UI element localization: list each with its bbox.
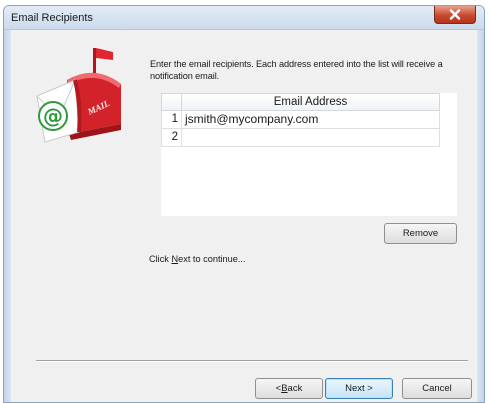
title-bar[interactable]: Email Recipients bbox=[4, 6, 484, 30]
dialog-body: MAIL @ Enter the email recipients. Each … bbox=[11, 30, 477, 402]
continue-suffix: to continue... bbox=[190, 254, 246, 264]
window-title: Email Recipients bbox=[11, 12, 93, 24]
close-button[interactable] bbox=[434, 6, 476, 24]
mailbox-icon: MAIL @ bbox=[29, 46, 129, 156]
footer-separator bbox=[36, 360, 468, 362]
back-button[interactable]: < Back bbox=[255, 378, 323, 399]
continue-next-rest: ext bbox=[178, 254, 191, 264]
grid-header-corner bbox=[162, 94, 182, 110]
window-frame-left bbox=[4, 30, 11, 402]
cancel-button[interactable]: Cancel bbox=[402, 378, 472, 399]
table-row[interactable]: 2 bbox=[161, 129, 440, 147]
grid-header: Email Address bbox=[161, 93, 440, 111]
svg-text:@: @ bbox=[43, 104, 63, 128]
next-button[interactable]: Next > bbox=[325, 378, 393, 399]
back-rest: ack bbox=[287, 383, 303, 394]
dialog-window: Email Recipients MAIL @ Enter the email … bbox=[3, 5, 485, 403]
instructions-text: Enter the email recipients. Each address… bbox=[150, 59, 443, 81]
table-row[interactable]: 1 jsmith@mycompany.com bbox=[161, 111, 440, 129]
continue-hint: Click Next to continue... bbox=[149, 254, 246, 264]
email-cell[interactable]: jsmith@mycompany.com bbox=[183, 111, 439, 128]
continue-prefix: Click bbox=[149, 254, 172, 264]
email-address-column-header[interactable]: Email Address bbox=[182, 94, 439, 110]
close-icon bbox=[449, 9, 461, 20]
recipients-grid[interactable]: Email Address 1 jsmith@mycompany.com 2 bbox=[161, 93, 457, 216]
remove-button[interactable]: Remove bbox=[384, 223, 457, 244]
window-frame-right bbox=[477, 30, 484, 402]
row-number: 1 bbox=[162, 111, 182, 128]
email-cell[interactable] bbox=[183, 129, 439, 146]
row-number: 2 bbox=[162, 129, 182, 146]
